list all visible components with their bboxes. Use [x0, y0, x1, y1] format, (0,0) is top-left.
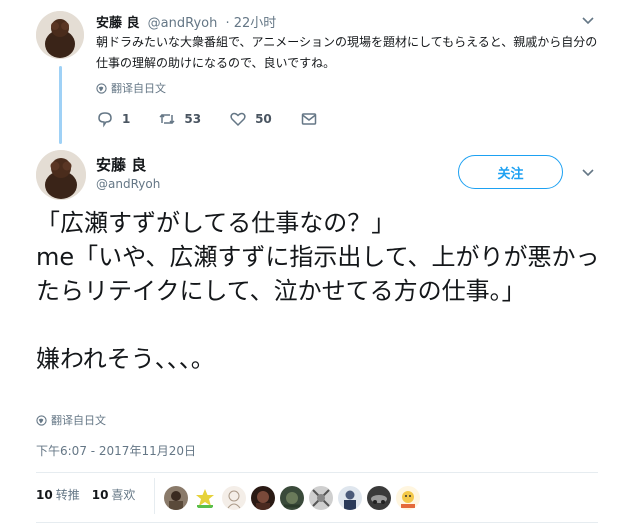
tweet-time[interactable]: · 22小时 [225, 16, 276, 31]
chevron-down-icon[interactable] [580, 166, 596, 180]
divider [36, 522, 598, 523]
user-name[interactable]: 安藤 良 [96, 16, 140, 31]
liker-avatar[interactable] [222, 486, 246, 510]
stats-separator [154, 478, 155, 514]
tweet-text: 朝ドラみたいな大衆番組で、アニメーションの現場を題材にしてもらえると、親戚から自… [96, 35, 598, 70]
globe-icon [96, 82, 107, 94]
heart-icon [230, 112, 246, 127]
like-button[interactable]: 50 [229, 110, 272, 128]
retweets-stat[interactable]: 10 转推 [36, 486, 80, 503]
mail-icon [301, 113, 317, 125]
like-count: 50 [255, 112, 272, 126]
translate-link[interactable]: 翻译自日文 [96, 80, 166, 96]
likes-count: 10 [91, 488, 109, 502]
chevron-down-icon[interactable] [580, 14, 596, 28]
liker-avatars [164, 486, 420, 510]
user-name[interactable]: 安藤 良 [96, 154, 146, 175]
avatar[interactable] [36, 11, 84, 59]
tweet-header: 安藤 良 @andRyoh · 22小时 [96, 12, 276, 31]
follow-button[interactable]: 关注 [458, 155, 563, 189]
translate-label[interactable]: 翻译自日文 [51, 412, 106, 428]
liker-avatar[interactable] [251, 486, 275, 510]
liker-avatar[interactable] [396, 486, 420, 510]
reply-count: 1 [122, 112, 131, 126]
tweet-text: 「広瀬すずがしてる仕事なの？」 me「いや、広瀬すずに指示出して、上がりが悪かっ… [36, 209, 600, 373]
user-handle[interactable]: @andRyoh [96, 177, 160, 191]
retweet-icon [159, 113, 175, 125]
liker-avatar[interactable] [280, 486, 304, 510]
divider [36, 472, 598, 473]
reply-icon [98, 112, 112, 128]
direct-message-button[interactable] [300, 110, 318, 128]
retweets-count: 10 [36, 488, 53, 502]
likes-stat[interactable]: 10 喜欢 [92, 486, 136, 503]
tweet-actions: 1 53 50 [96, 110, 346, 128]
liker-avatar[interactable] [164, 486, 188, 510]
translate-link[interactable]: 翻译自日文 [36, 412, 106, 428]
tweet-timestamp[interactable]: 下午6:07 - 2017年11月20日 [36, 442, 196, 459]
avatar[interactable] [36, 150, 86, 200]
likes-label: 喜欢 [111, 488, 136, 502]
retweets-label: 转推 [55, 488, 80, 502]
reply-button[interactable]: 1 [96, 110, 130, 128]
tweet-stats: 10 转推 10 喜欢 [36, 486, 147, 503]
liker-avatar[interactable] [309, 486, 333, 510]
liker-avatar[interactable] [338, 486, 362, 510]
liker-avatar[interactable] [193, 486, 217, 510]
translate-label[interactable]: 翻译自日文 [111, 80, 166, 96]
thread-connector-line [59, 66, 62, 144]
liker-avatar[interactable] [367, 486, 391, 510]
retweet-count: 53 [184, 112, 202, 126]
globe-icon [36, 414, 47, 426]
retweet-button[interactable]: 53 [158, 110, 201, 128]
user-handle[interactable]: @andRyoh [148, 16, 218, 31]
